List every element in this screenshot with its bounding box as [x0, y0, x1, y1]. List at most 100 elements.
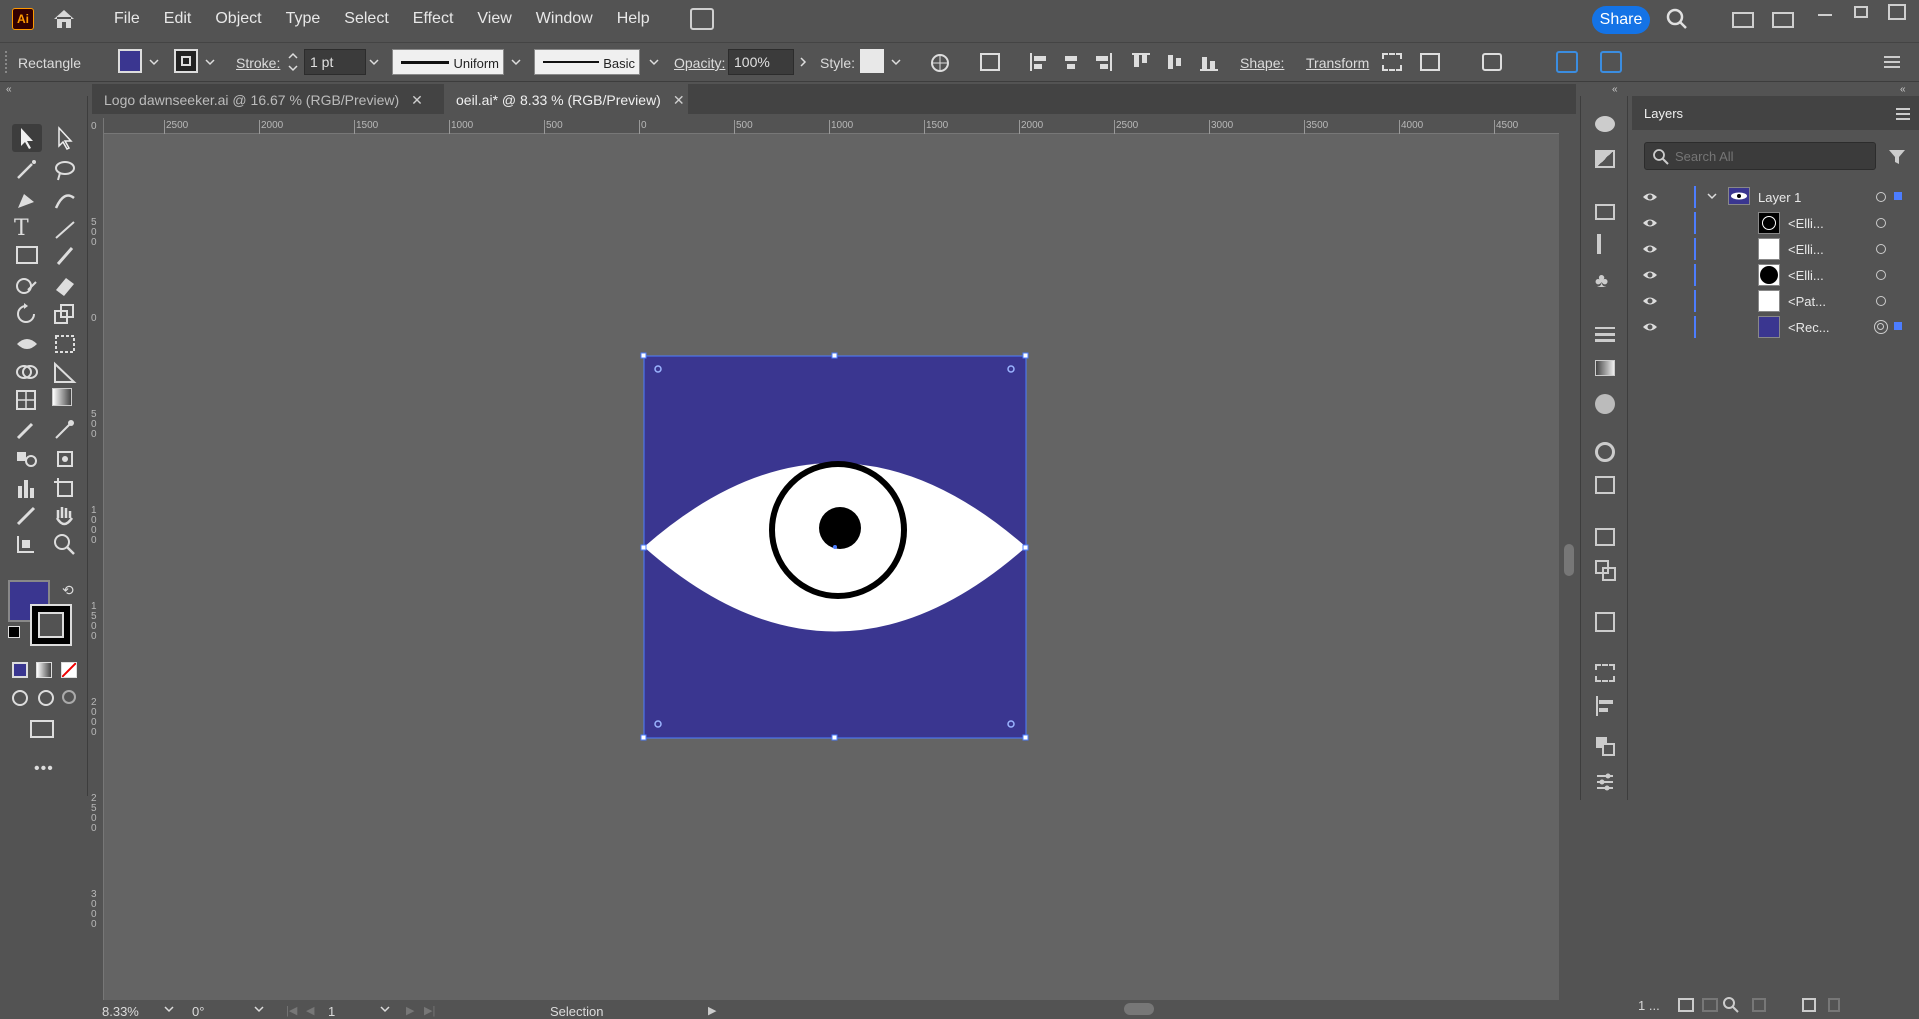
arrange-documents-icon[interactable]	[689, 8, 714, 30]
selection-indicator[interactable]	[1894, 192, 1902, 200]
visibility-eye-icon[interactable]	[1642, 295, 1658, 307]
screen-mode-icon[interactable]	[1772, 12, 1794, 28]
zoom-tool-icon[interactable]	[52, 532, 78, 556]
stroke-weight-field[interactable]: 1 pt	[304, 49, 366, 75]
layer-name[interactable]: Layer 1	[1758, 190, 1801, 205]
color-panel-icon[interactable]	[1595, 150, 1615, 168]
measure-tool-icon[interactable]	[52, 418, 78, 442]
align-bottom-icon[interactable]	[1200, 53, 1218, 71]
visibility-eye-icon[interactable]	[1642, 217, 1658, 229]
expand-panels-icon[interactable]: «	[1900, 84, 1906, 95]
arrange-panel-icon[interactable]	[1595, 736, 1615, 756]
menu-file[interactable]: File	[102, 10, 152, 28]
stroke-dropdown-icon[interactable]	[202, 49, 218, 75]
layers-menu-icon[interactable]	[1896, 108, 1910, 120]
menu-window[interactable]: Window	[524, 10, 605, 28]
restore-icon[interactable]	[1854, 6, 1868, 18]
profile-dropdown-icon[interactable]	[508, 49, 524, 75]
home-icon[interactable]	[52, 8, 76, 30]
target-circle-icon[interactable]	[1876, 218, 1886, 228]
collect-for-export-icon[interactable]	[1678, 998, 1694, 1012]
align-panel-icon[interactable]	[1595, 696, 1615, 716]
scale-tool-icon[interactable]	[52, 302, 78, 326]
align-vcenter-icon[interactable]	[1166, 53, 1184, 71]
menu-object[interactable]: Object	[203, 10, 273, 28]
selection-tool-icon[interactable]	[12, 124, 42, 152]
create-sublayer-icon[interactable]	[1752, 998, 1766, 1012]
collapse-dock-icon[interactable]: «	[1612, 84, 1618, 95]
column-graph-tool-icon[interactable]	[14, 476, 40, 500]
last-artboard-icon[interactable]: ▶|	[424, 1004, 435, 1017]
stroke-label[interactable]: Stroke:	[236, 55, 280, 71]
vertical-scrollbar[interactable]	[1562, 118, 1576, 1000]
first-artboard-icon[interactable]: |◀	[286, 1004, 297, 1017]
rotation-field[interactable]: 0°	[192, 1004, 232, 1019]
transform-link[interactable]: Transform	[1306, 55, 1369, 71]
align-to-icon[interactable]	[980, 53, 1000, 71]
filter-icon[interactable]	[1888, 148, 1906, 166]
select-similar-icon[interactable]	[1482, 53, 1502, 71]
shaper-tool-icon[interactable]	[14, 274, 40, 298]
workspace-switcher-icon[interactable]	[1732, 12, 1754, 28]
opacity-field[interactable]: 100%	[728, 49, 794, 75]
visibility-eye-icon[interactable]	[1642, 269, 1658, 281]
opacity-arrow-icon[interactable]	[796, 49, 812, 75]
recolor-artwork-icon[interactable]	[930, 53, 950, 73]
draw-inside-icon[interactable]	[62, 690, 76, 704]
menu-view[interactable]: View	[465, 10, 523, 28]
panel-menu-icon[interactable]	[1884, 55, 1900, 69]
visibility-eye-icon[interactable]	[1642, 191, 1658, 203]
magic-wand-tool-icon[interactable]	[14, 158, 40, 182]
target-circle-icon[interactable]	[1876, 270, 1886, 280]
item-name[interactable]: <Pat...	[1788, 294, 1826, 309]
graphic-style-swatch[interactable]	[860, 49, 884, 73]
properties-icon[interactable]	[1595, 772, 1615, 792]
symbol-sprayer-tool-icon[interactable]	[52, 446, 78, 470]
stroke-weight-stepper[interactable]	[286, 49, 302, 75]
layer-item-row[interactable]: <Rec...	[1632, 314, 1919, 340]
gradient-mode-icon[interactable]	[36, 662, 52, 678]
style-dropdown-icon[interactable]	[888, 49, 904, 75]
variable-width-profile[interactable]: Uniform	[392, 49, 504, 75]
stroke-panel-icon[interactable]	[1595, 326, 1615, 342]
layer-item-row[interactable]: <Elli...	[1632, 262, 1919, 288]
mesh-tool-icon[interactable]	[14, 388, 40, 412]
brush-definition[interactable]: Basic	[534, 49, 640, 75]
artboard-number-field[interactable]: 1	[328, 1004, 358, 1019]
hand-tool-icon[interactable]	[52, 504, 78, 528]
artboard-tool-icon[interactable]	[52, 476, 78, 500]
fill-dropdown-icon[interactable]	[146, 49, 162, 75]
status-menu-icon[interactable]: ▶	[708, 1004, 716, 1017]
make-clipping-mask-icon[interactable]	[1702, 998, 1718, 1012]
layers-search-box[interactable]	[1644, 142, 1876, 170]
layer-item-row[interactable]: <Elli...	[1632, 236, 1919, 262]
visibility-eye-icon[interactable]	[1642, 321, 1658, 333]
layer-item-row[interactable]: <Pat...	[1632, 288, 1919, 314]
default-colors-icon[interactable]	[8, 626, 20, 638]
appearance-icon[interactable]	[1595, 442, 1615, 462]
rectangle-tool-icon[interactable]	[16, 246, 38, 264]
brushes-icon[interactable]	[1597, 234, 1611, 254]
eyedropper-tool-icon[interactable]	[14, 418, 40, 442]
item-name[interactable]: <Rec...	[1788, 320, 1830, 335]
direct-selection-tool-icon[interactable]	[52, 124, 78, 152]
menu-effect[interactable]: Effect	[401, 10, 466, 28]
opacity-label[interactable]: Opacity:	[674, 55, 725, 71]
stroke-swatch[interactable]	[174, 49, 198, 73]
draw-normal-icon[interactable]	[12, 690, 28, 706]
line-segment-tool-icon[interactable]	[52, 218, 78, 242]
zoom-dropdown-icon[interactable]	[162, 1000, 176, 1018]
close-tab-icon[interactable]: ✕	[411, 92, 423, 108]
align-right-icon[interactable]	[1094, 53, 1112, 71]
width-tool-icon[interactable]	[14, 332, 40, 356]
transform-panel-icon[interactable]	[1595, 664, 1615, 682]
target-circle-icon[interactable]	[1876, 244, 1886, 254]
menu-select[interactable]: Select	[332, 10, 400, 28]
transparency-icon[interactable]	[1595, 394, 1615, 414]
target-circle-icon[interactable]	[1876, 192, 1886, 202]
lasso-tool-icon[interactable]	[52, 158, 78, 182]
gradient-panel-icon[interactable]	[1595, 360, 1615, 376]
item-name[interactable]: <Elli...	[1788, 216, 1824, 231]
share-button[interactable]: Share	[1592, 6, 1650, 34]
color-guide-icon[interactable]	[1595, 116, 1615, 132]
